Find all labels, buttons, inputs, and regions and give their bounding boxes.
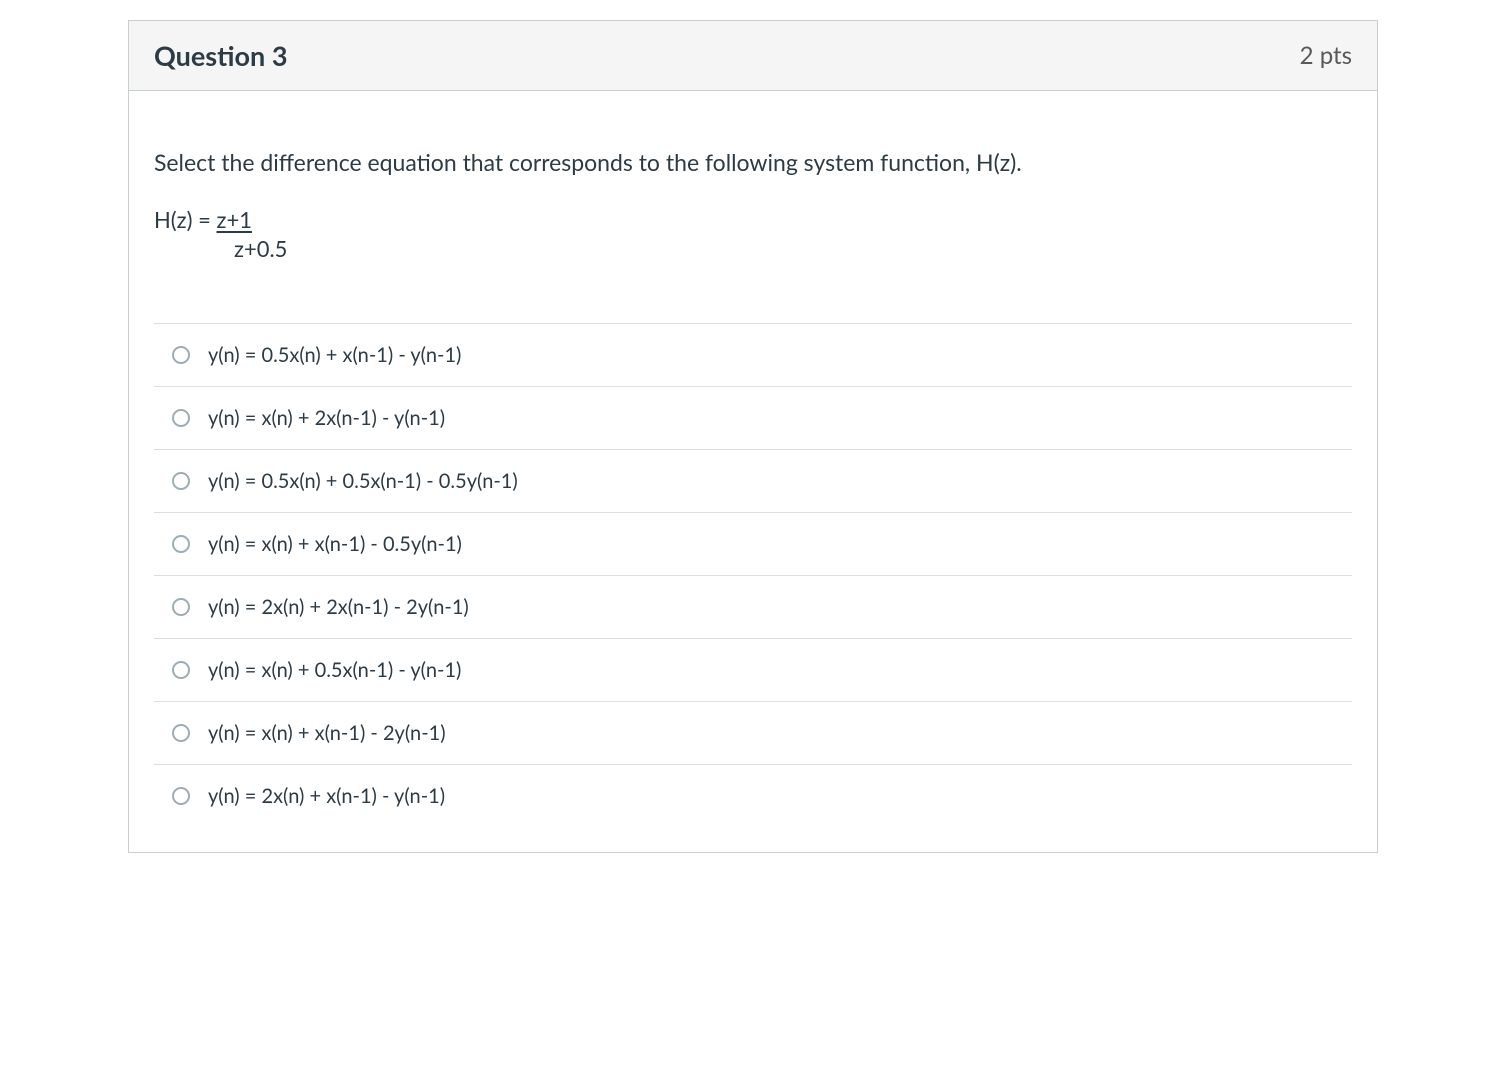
radio-icon[interactable] (172, 787, 190, 805)
answer-option[interactable]: y(n) = 2x(n) + 2x(n-1) - 2y(n-1) (154, 575, 1352, 638)
radio-icon[interactable] (172, 472, 190, 490)
equation-lhs: H(z) = (154, 206, 217, 233)
question-points: 2 pts (1300, 41, 1352, 70)
answer-text: y(n) = 0.5x(n) + 0.5x(n-1) - 0.5y(n-1) (208, 469, 1352, 493)
answer-text: y(n) = 2x(n) + 2x(n-1) - 2y(n-1) (208, 595, 1352, 619)
answer-option[interactable]: y(n) = 0.5x(n) + 0.5x(n-1) - 0.5y(n-1) (154, 449, 1352, 512)
question-prompt: Select the difference equation that corr… (154, 146, 1352, 178)
radio-icon[interactable] (172, 346, 190, 364)
equation-block: H(z) = z+1 z+0.5 (154, 206, 1352, 263)
answer-option[interactable]: y(n) = x(n) + 0.5x(n-1) - y(n-1) (154, 638, 1352, 701)
question-body: Select the difference equation that corr… (129, 91, 1377, 852)
answer-text: y(n) = x(n) + x(n-1) - 2y(n-1) (208, 721, 1352, 745)
equation-line-1: H(z) = z+1 (154, 206, 1352, 235)
answer-list: y(n) = 0.5x(n) + x(n-1) - y(n-1) y(n) = … (154, 323, 1352, 842)
question-header: Question 3 2 pts (129, 21, 1377, 91)
equation-denominator: z+0.5 (154, 235, 1352, 264)
radio-icon[interactable] (172, 598, 190, 616)
answer-option[interactable]: y(n) = x(n) + x(n-1) - 0.5y(n-1) (154, 512, 1352, 575)
radio-icon[interactable] (172, 724, 190, 742)
radio-icon[interactable] (172, 409, 190, 427)
question-title: Question 3 (154, 39, 288, 72)
answer-text: y(n) = x(n) + 0.5x(n-1) - y(n-1) (208, 658, 1352, 682)
equation-numerator: z+1 (217, 206, 252, 233)
radio-icon[interactable] (172, 661, 190, 679)
radio-icon[interactable] (172, 535, 190, 553)
answer-text: y(n) = x(n) + x(n-1) - 0.5y(n-1) (208, 532, 1352, 556)
answer-option[interactable]: y(n) = 0.5x(n) + x(n-1) - y(n-1) (154, 323, 1352, 386)
answer-option[interactable]: y(n) = 2x(n) + x(n-1) - y(n-1) (154, 764, 1352, 827)
answer-option[interactable]: y(n) = x(n) + x(n-1) - 2y(n-1) (154, 701, 1352, 764)
answer-text: y(n) = 2x(n) + x(n-1) - y(n-1) (208, 784, 1352, 808)
answer-text: y(n) = 0.5x(n) + x(n-1) - y(n-1) (208, 343, 1352, 367)
answer-text: y(n) = x(n) + 2x(n-1) - y(n-1) (208, 406, 1352, 430)
question-card: Question 3 2 pts Select the difference e… (128, 20, 1378, 853)
answer-option[interactable]: y(n) = x(n) + 2x(n-1) - y(n-1) (154, 386, 1352, 449)
